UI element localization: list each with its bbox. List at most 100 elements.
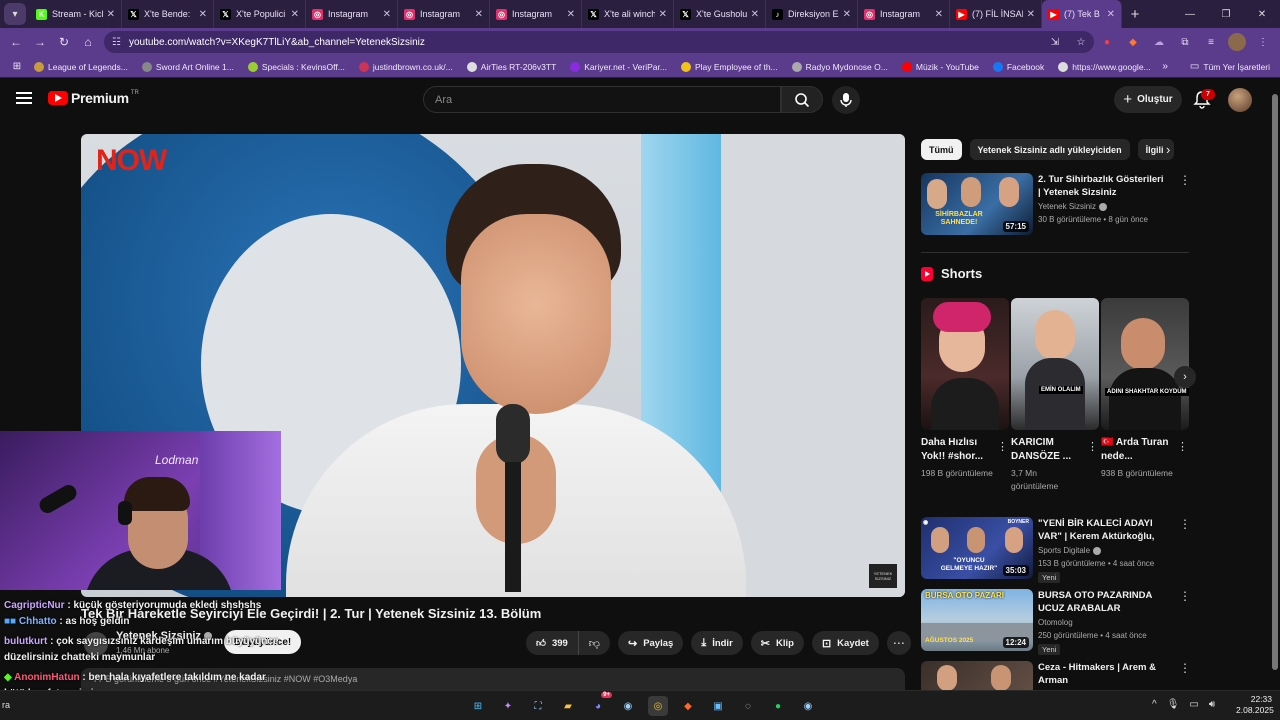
bookmark-item[interactable]: Sword Art Online 1... — [141, 61, 234, 72]
menu-hamburger-icon[interactable] — [16, 92, 32, 104]
photos-icon[interactable]: ▣ — [708, 696, 728, 716]
apps-grid-icon[interactable]: ⊞ — [0, 61, 34, 72]
bookmark-item[interactable]: AirTies RT-206v3TT — [466, 61, 556, 72]
steam-icon[interactable]: ◉ — [798, 696, 818, 716]
more-vertical-icon[interactable]: ⋮ — [1087, 440, 1098, 453]
video-title[interactable]: BURSA OTO PAZARINDA UCUZ ARABALAR HAFTAS… — [1038, 589, 1168, 617]
browser-tab[interactable]: ♪ Direksiyon E ✕ — [766, 0, 858, 28]
shorts-next-button[interactable]: › — [1174, 366, 1196, 388]
extensions-puzzle-icon[interactable]: ⧉ — [1176, 33, 1194, 51]
save-button[interactable]: ⊡ Kaydet — [811, 631, 879, 655]
bookmark-item[interactable]: https://www.google... — [1058, 61, 1151, 72]
short-item[interactable]: ADINI SHAKHTAR KOYDUM 🇹🇷 Arda Turan nede… — [1101, 298, 1189, 480]
recommended-video[interactable]: Ceza - Hitmakers | Arem & Arman ⋮ — [921, 661, 1191, 690]
youtube-premium-logo[interactable]: Premium TR — [48, 90, 139, 106]
channel-name[interactable]: Otomolog — [1038, 618, 1073, 627]
voice-search-button[interactable] — [832, 86, 860, 114]
close-icon[interactable]: ✕ — [107, 9, 115, 20]
video-thumbnail[interactable]: ◉ BOYNER "OYUNCU GELMEYE HAZIR" 35:03 — [921, 517, 1033, 579]
more-vertical-icon[interactable]: ⋮ — [1179, 589, 1191, 603]
browser-tab[interactable]: 𝕏 X'te Gusholu ✕ — [674, 0, 766, 28]
chevron-double-right-icon[interactable]: » — [1162, 61, 1168, 72]
video-title[interactable]: "YENİ BİR KALECİ ADAYI VAR" | Kerem Aktü… — [1038, 517, 1168, 545]
media-controls-icon[interactable]: ≡ — [1202, 33, 1220, 51]
close-icon[interactable]: ✕ — [751, 9, 759, 20]
home-icon[interactable]: ⌂ — [76, 35, 100, 49]
close-icon[interactable]: ✕ — [659, 9, 667, 20]
search-button[interactable] — [781, 86, 823, 113]
tray-display-icon[interactable]: ▭ — [1189, 699, 1198, 710]
chevron-right-icon[interactable]: › — [1166, 142, 1170, 157]
url-bar[interactable]: ☷ youtube.com/watch?v=XKegK7TlLiY&ab_cha… — [104, 31, 1094, 53]
browser-tab[interactable]: 𝕏 X'te Bende: ✕ — [122, 0, 214, 28]
cloud-extension-icon[interactable]: ☁ — [1150, 33, 1168, 51]
close-icon[interactable]: ✕ — [567, 9, 575, 20]
taskbar-clock[interactable]: 22:33 2.08.2025 — [1236, 694, 1274, 716]
more-actions-button[interactable]: ⋯ — [886, 631, 911, 655]
browser-tab[interactable]: 𝕏 X'te Populici ✕ — [214, 0, 306, 28]
forward-icon[interactable]: → — [28, 35, 52, 49]
channel-name[interactable]: Sports Digitale — [1038, 546, 1102, 555]
bookmark-star-icon[interactable]: ☆ — [1072, 33, 1090, 51]
file-explorer-icon[interactable]: ▰ — [558, 696, 578, 716]
clip-button[interactable]: ✂ Klip — [750, 631, 804, 655]
reload-icon[interactable]: ↻ — [52, 35, 76, 49]
browser-tab[interactable]: ▶ (7) FİL İNSAN ✕ — [950, 0, 1042, 28]
restore-icon[interactable]: ❐ — [1208, 0, 1244, 28]
close-icon[interactable]: ✕ — [935, 9, 943, 20]
browser-tab[interactable]: ◎ Instagram ✕ — [858, 0, 950, 28]
video-title[interactable]: 2. Tur Sihirbazlık Gösterileri | Yetenek… — [1038, 173, 1168, 199]
tray-mic-icon[interactable]: 🎙︎ — [1167, 699, 1180, 710]
channel-name[interactable]: Yetenek Sizsiniz — [1038, 202, 1107, 211]
bookmark-item[interactable]: Specials : KevinsOff... — [247, 61, 345, 72]
video-thumbnail[interactable]: BURSA OTO PAZARI AĞUSTOS 2025 12:24 — [921, 589, 1033, 651]
video-title[interactable]: Ceza - Hitmakers | Arem & Arman — [1038, 661, 1168, 687]
account-avatar[interactable] — [1228, 88, 1252, 112]
site-info-icon[interactable]: ☷ — [112, 37, 121, 48]
more-vertical-icon[interactable]: ⋮ — [997, 440, 1008, 453]
short-item[interactable]: EMİN OLALIM KARICIM DANSÖZE ... 3,7 Mn g… — [1011, 298, 1099, 493]
all-bookmarks-link[interactable]: Tüm Yer İşaretleri — [1203, 62, 1270, 72]
tab-active[interactable]: ▶ (7) Tek B ✕ — [1042, 0, 1122, 28]
recommended-video[interactable]: BURSA OTO PAZARI AĞUSTOS 2025 12:24 BURS… — [921, 589, 1191, 655]
video-thumbnail[interactable]: SİHİRBAZLAR SAHNEDE! 57:15 — [921, 173, 1033, 235]
like-button[interactable]: 👍︎ 399 — [526, 631, 579, 655]
install-app-icon[interactable]: ⇲ — [1046, 33, 1064, 51]
more-vertical-icon[interactable]: ⋮ — [1177, 440, 1188, 453]
more-vertical-icon[interactable]: ⋮ — [1179, 661, 1191, 675]
short-title[interactable]: Daha Hızlısı Yok!! #shor... — [921, 436, 993, 464]
close-icon[interactable]: ✕ — [1107, 9, 1115, 20]
create-button[interactable]: + Oluştur — [1114, 86, 1182, 113]
back-icon[interactable]: ← — [4, 35, 28, 49]
bookmark-item[interactable]: Radyo Mydonose O... — [791, 61, 888, 72]
copilot-icon[interactable]: ✦ — [498, 696, 518, 716]
browser-tab[interactable]: 𝕏 X'te ali winch ✕ — [582, 0, 674, 28]
close-icon[interactable]: ✕ — [1027, 9, 1035, 20]
close-icon[interactable]: ✕ — [199, 9, 207, 20]
download-button[interactable]: ⤓ İndir — [691, 631, 743, 655]
browser-menu-icon[interactable]: ⋮ — [1254, 33, 1272, 51]
chip-all[interactable]: Tümü — [921, 139, 962, 160]
app-icon[interactable]: ◌ — [738, 696, 758, 716]
short-title[interactable]: 🇹🇷 Arda Turan nede... — [1101, 436, 1173, 464]
new-tab-button[interactable]: + — [1122, 6, 1148, 23]
page-scrollbar[interactable] — [1272, 86, 1278, 686]
tray-volume-icon[interactable]: 🔊︎ — [1209, 699, 1215, 710]
short-thumbnail[interactable] — [921, 298, 1009, 430]
close-icon[interactable]: ✕ — [475, 9, 483, 20]
bookmark-item[interactable]: League of Legends... — [34, 61, 128, 72]
recommended-video[interactable]: ◉ BOYNER "OYUNCU GELMEYE HAZIR" 35:03 "Y… — [921, 517, 1191, 583]
more-vertical-icon[interactable]: ⋮ — [1179, 517, 1191, 531]
short-title[interactable]: KARICIM DANSÖZE ... — [1011, 436, 1083, 464]
adblock-extension-icon[interactable]: ● — [1098, 33, 1116, 51]
minimize-icon[interactable]: — — [1172, 0, 1208, 28]
steam-icon[interactable]: ◉ — [618, 696, 638, 716]
more-vertical-icon[interactable]: ⋮ — [1179, 173, 1191, 187]
tab-search-button[interactable]: ▾ — [4, 3, 26, 25]
bookmark-item[interactable]: Kariyer.net - VeriPar... — [570, 61, 667, 72]
windows-start-icon[interactable]: ⊞ — [468, 696, 488, 716]
scrollbar-thumb[interactable] — [1272, 94, 1278, 670]
fox-extension-icon[interactable]: ◆ — [1124, 33, 1142, 51]
close-icon[interactable]: ✕ — [291, 9, 299, 20]
chrome-icon[interactable]: ◎ — [648, 696, 668, 716]
